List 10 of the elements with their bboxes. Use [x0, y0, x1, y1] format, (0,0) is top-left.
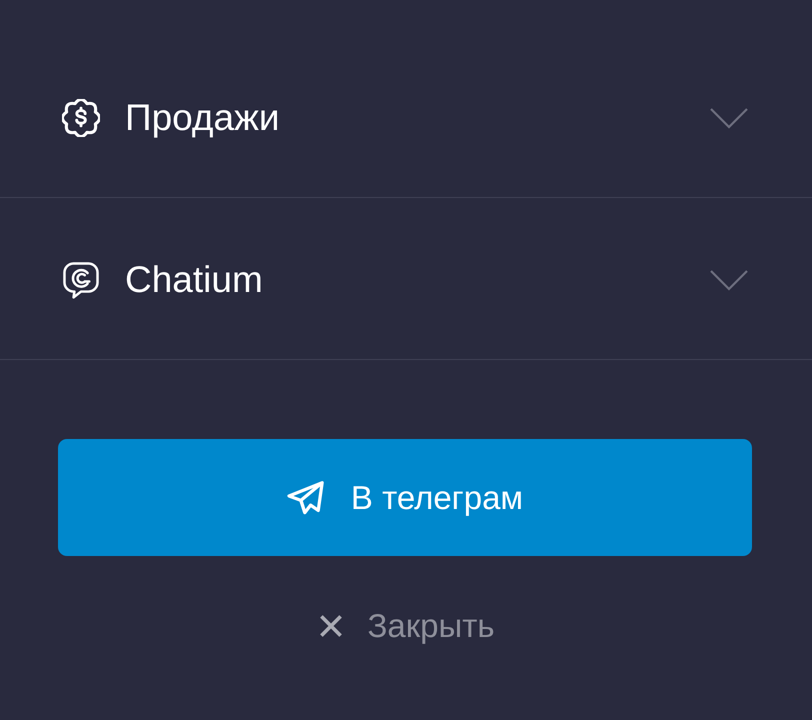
section-title[interactable]: Chatium: [125, 260, 710, 300]
close-button[interactable]: Закрыть: [319, 606, 495, 646]
telegram-button[interactable]: В телеграм: [58, 439, 752, 556]
dollar-badge-icon: [62, 99, 100, 137]
paper-plane-icon: [286, 480, 325, 514]
section-title[interactable]: Продажи: [125, 98, 710, 138]
chat-bubble-icon: [62, 261, 100, 299]
chevron-down-icon[interactable]: [710, 270, 748, 290]
chevron-down-icon[interactable]: [710, 108, 748, 128]
close-icon: [319, 614, 344, 638]
